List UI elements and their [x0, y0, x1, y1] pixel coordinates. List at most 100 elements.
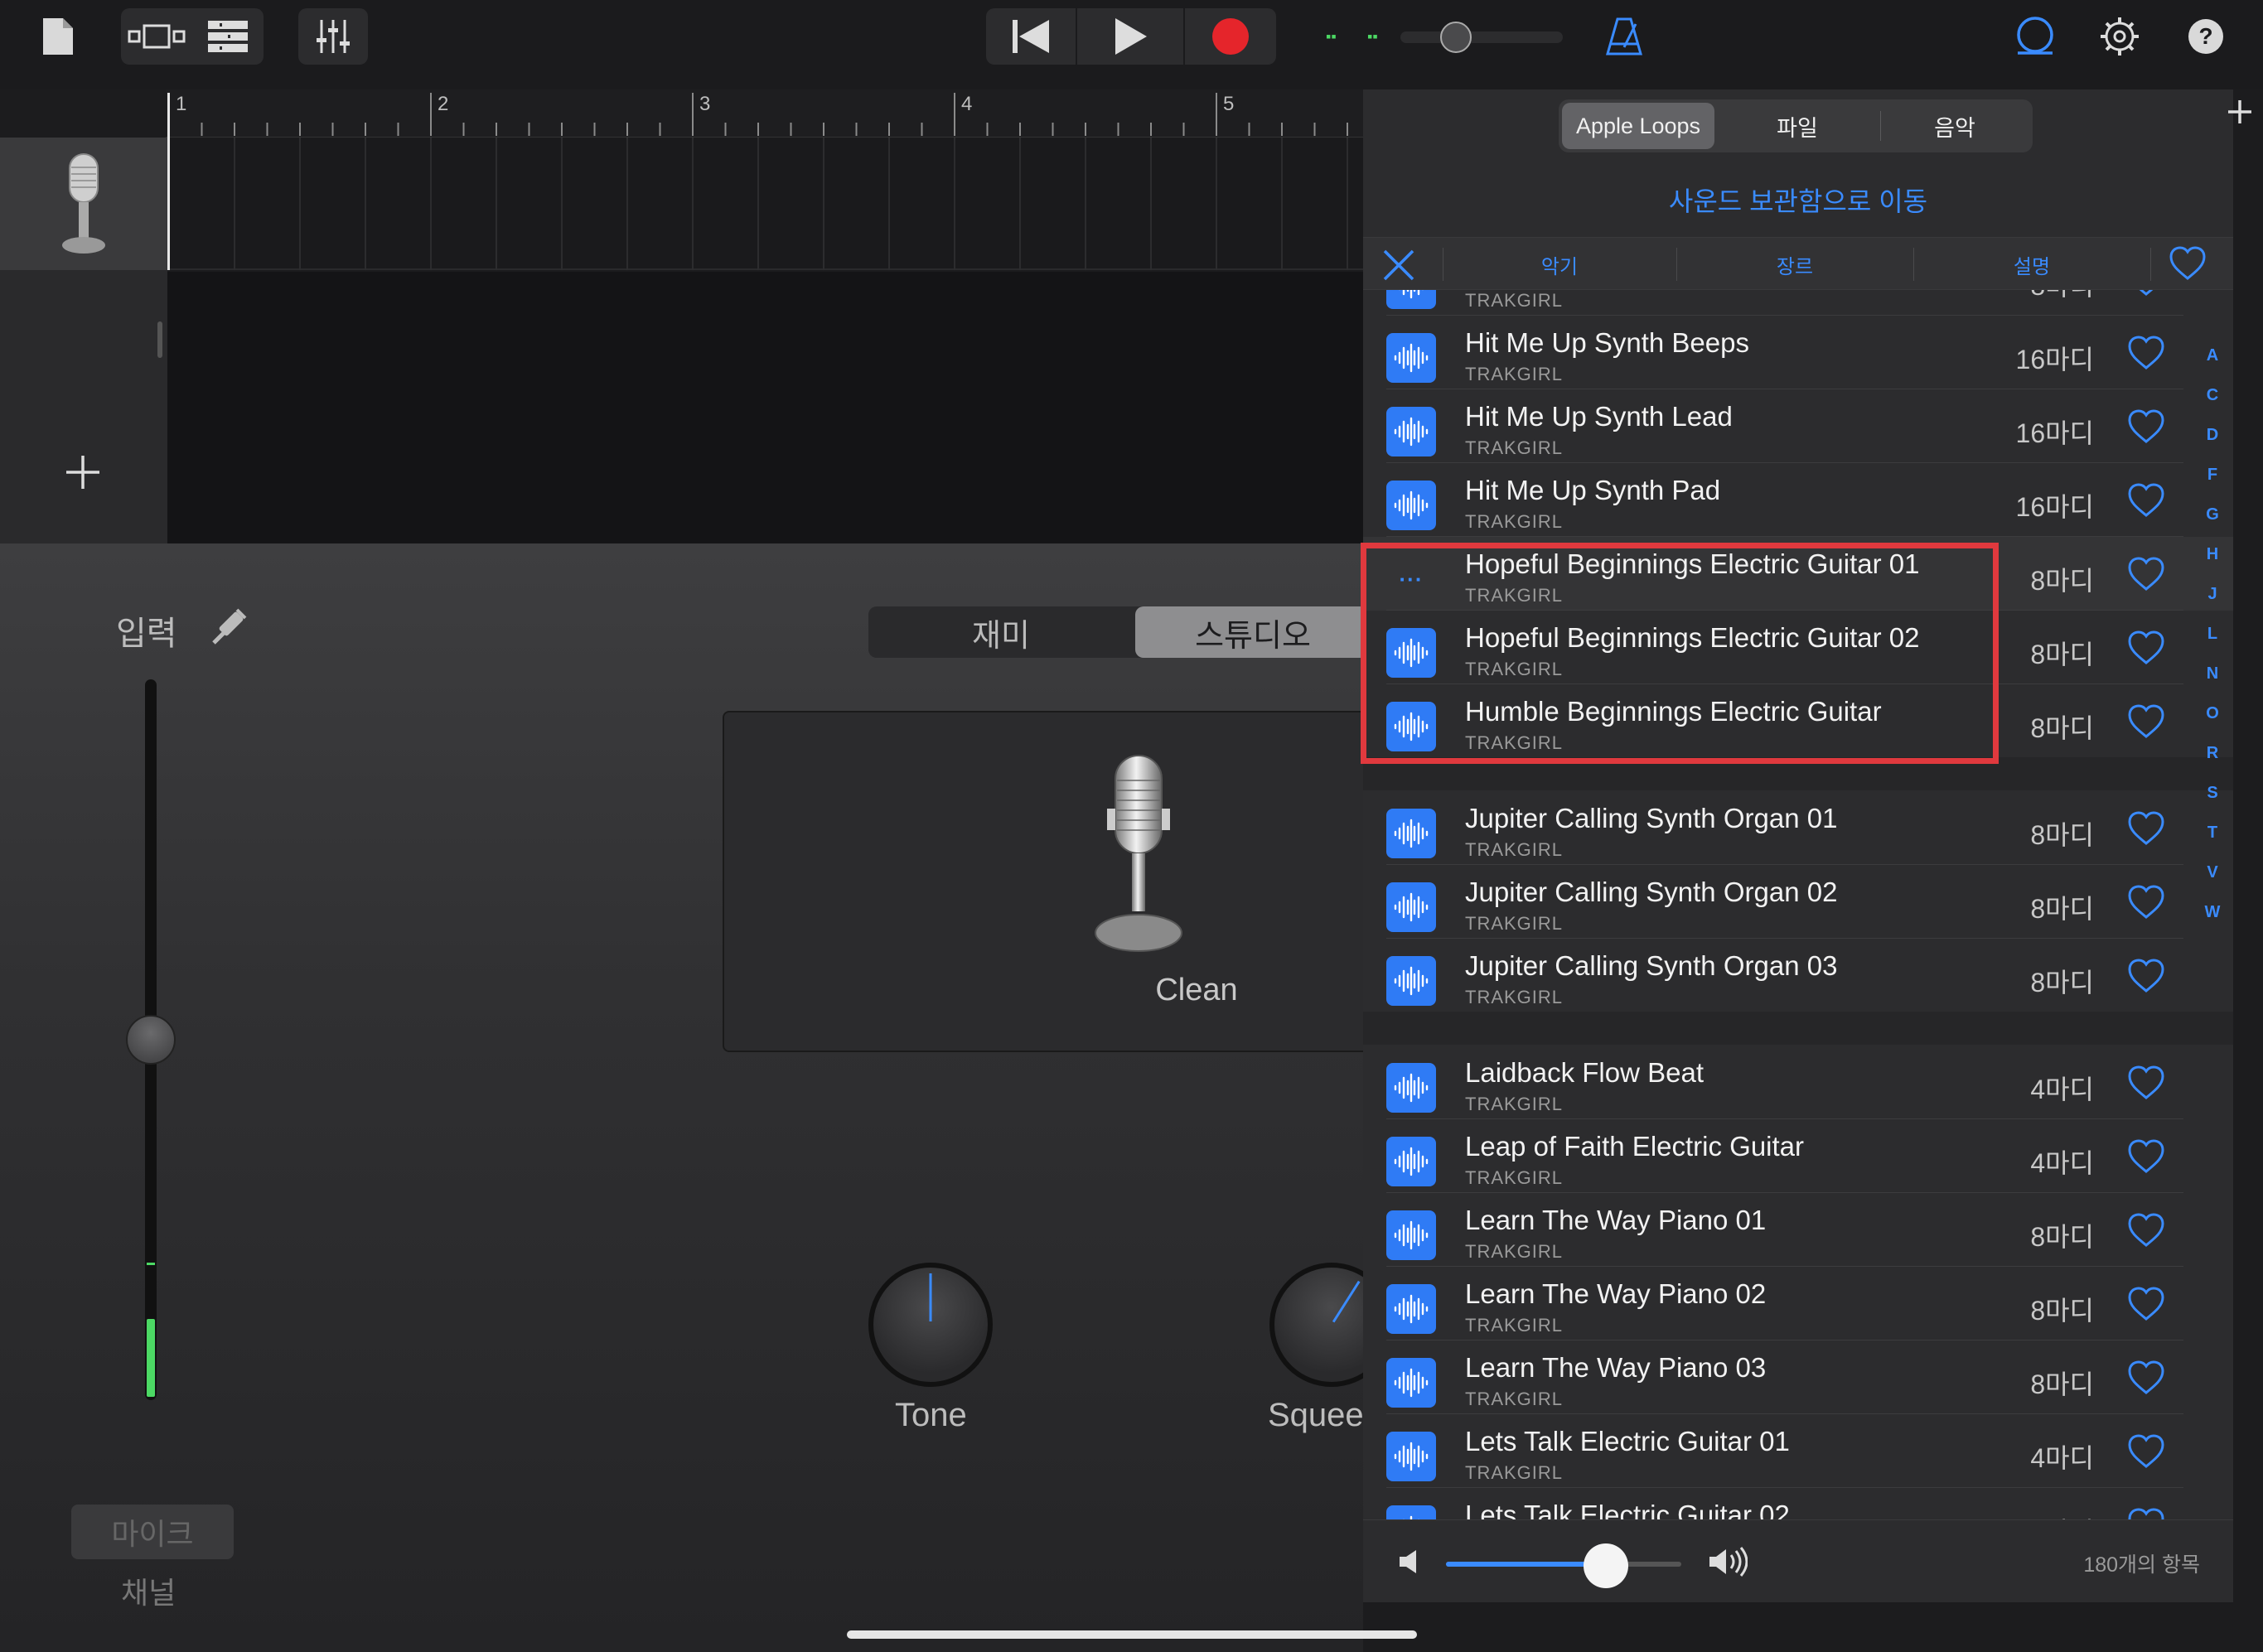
- alphabet-index[interactable]: ACDFGHJLNORSTVW: [2192, 346, 2233, 943]
- heart-icon[interactable]: [2127, 1434, 2165, 1469]
- loop-row[interactable]: Hit Me Up Synth Lead TRAKGIRL 16마디: [1363, 389, 2233, 463]
- heart-icon[interactable]: [2127, 885, 2165, 920]
- index-letter[interactable]: A: [2192, 346, 2233, 386]
- heart-icon[interactable]: [2127, 811, 2165, 846]
- index-letter[interactable]: G: [2192, 505, 2233, 545]
- waveform-icon[interactable]: [1386, 809, 1436, 858]
- heart-icon[interactable]: [2127, 1139, 2165, 1174]
- record-button[interactable]: [1185, 8, 1276, 65]
- slider-thumb[interactable]: [126, 1015, 176, 1065]
- input-level-slider[interactable]: [124, 679, 177, 1400]
- index-letter[interactable]: D: [2192, 426, 2233, 466]
- heart-icon[interactable]: [2127, 1213, 2165, 1248]
- waveform-icon[interactable]: [1386, 407, 1436, 456]
- index-letter[interactable]: R: [2192, 744, 2233, 784]
- empty-track-area[interactable]: [167, 272, 1363, 543]
- tab-music[interactable]: 음악: [1879, 103, 2031, 149]
- index-letter[interactable]: T: [2192, 824, 2233, 863]
- filter-genre[interactable]: 장르: [1676, 238, 1913, 291]
- mode-tab-fun[interactable]: 재미: [868, 606, 1134, 658]
- waveform-icon[interactable]: [1386, 1137, 1436, 1186]
- loop-row[interactable]: Hit Me Up Synth Pad TRAKGIRL 16마디: [1363, 463, 2233, 537]
- preset-selector[interactable]: Clean: [723, 711, 1385, 1052]
- index-letter[interactable]: N: [2192, 664, 2233, 704]
- index-letter[interactable]: C: [2192, 386, 2233, 426]
- loop-row[interactable]: Hit Me Up Snare 02TRAKGIRL8마디: [1363, 290, 2233, 316]
- my-songs-button[interactable]: [33, 8, 83, 65]
- tab-files[interactable]: 파일: [1721, 103, 1874, 149]
- heart-icon[interactable]: [2127, 1065, 2165, 1100]
- timeline-ruler[interactable]: [166, 89, 1363, 138]
- heart-icon[interactable]: [2127, 1360, 2165, 1395]
- add-track-button[interactable]: [63, 452, 103, 492]
- filter-instrument[interactable]: 악기: [1443, 238, 1676, 291]
- loop-browser-button[interactable]: [2009, 8, 2062, 65]
- metronome-button[interactable]: [1599, 8, 1649, 65]
- heart-icon[interactable]: [2127, 1287, 2165, 1321]
- waveform-icon[interactable]: [1386, 1063, 1436, 1113]
- heart-icon[interactable]: [2127, 409, 2165, 444]
- loop-row[interactable]: Hit Me Up Synth Beeps TRAKGIRL 16마디: [1363, 316, 2233, 389]
- home-indicator[interactable]: [847, 1630, 1417, 1639]
- go-to-sound-library-link[interactable]: 사운드 보관함으로 이동: [1363, 181, 2233, 219]
- playhead-knob[interactable]: [1440, 22, 1472, 53]
- favorites-filter-button[interactable]: [2169, 246, 2207, 283]
- heart-icon[interactable]: [2127, 1508, 2165, 1519]
- heart-icon[interactable]: [2127, 557, 2165, 592]
- index-letter[interactable]: F: [2192, 466, 2233, 505]
- loop-row[interactable]: Learn The Way Piano 02 TRAKGIRL 8마디: [1363, 1267, 2233, 1340]
- lcd-display[interactable]: ▪▪ ▪▪: [1326, 22, 1563, 53]
- play-button[interactable]: [1077, 8, 1185, 65]
- waveform-icon[interactable]: [1386, 1505, 1436, 1519]
- loop-row[interactable]: Lets Talk Electric Guitar 02TRAKGIRL4마디: [1363, 1488, 2233, 1519]
- waveform-icon[interactable]: [1386, 882, 1436, 932]
- waveform-icon[interactable]: [1386, 1358, 1436, 1408]
- loop-row[interactable]: Learn The Way Piano 01 TRAKGIRL 8마디: [1363, 1193, 2233, 1267]
- waveform-icon[interactable]: [1386, 1210, 1436, 1260]
- heart-icon[interactable]: [2127, 483, 2165, 518]
- loop-row[interactable]: Lets Talk Electric Guitar 01 TRAKGIRL 4마디: [1363, 1414, 2233, 1488]
- heart-icon[interactable]: [2127, 336, 2165, 370]
- loop-row[interactable]: Jupiter Calling Synth Organ 02 TRAKGIRL 8마…: [1363, 865, 2233, 939]
- playhead[interactable]: [167, 93, 170, 270]
- add-button[interactable]: [2226, 98, 2254, 126]
- index-letter[interactable]: L: [2192, 625, 2233, 664]
- index-letter[interactable]: W: [2192, 903, 2233, 943]
- heart-icon[interactable]: [2127, 959, 2165, 993]
- loop-row[interactable]: Learn The Way Piano 03 TRAKGIRL 8마디: [1363, 1340, 2233, 1414]
- heart-icon[interactable]: [2127, 630, 2165, 665]
- input-settings-button[interactable]: [209, 605, 250, 648]
- browser-view-button[interactable]: [121, 8, 192, 65]
- index-letter[interactable]: J: [2192, 585, 2233, 625]
- tracks-view-button[interactable]: [192, 8, 264, 65]
- mode-tab-studio[interactable]: 스튜디오: [1135, 606, 1371, 658]
- waveform-icon[interactable]: [1386, 1284, 1436, 1334]
- loop-row[interactable]: Jupiter Calling Synth Organ 01 TRAKGIRL 8마…: [1363, 791, 2233, 865]
- index-letter[interactable]: H: [2192, 545, 2233, 585]
- loop-row[interactable]: Leap of Faith Electric Guitar TRAKGIRL 4마디: [1363, 1119, 2233, 1193]
- volume-thumb[interactable]: [1584, 1543, 1629, 1588]
- mixer-button[interactable]: [298, 8, 368, 65]
- track-lane[interactable]: [167, 138, 1363, 270]
- go-to-beginning-button[interactable]: [986, 8, 1077, 65]
- tab-apple-loops[interactable]: Apple Loops: [1562, 103, 1714, 149]
- clear-filter-button[interactable]: [1381, 248, 1416, 283]
- track-resize-handle[interactable]: [157, 321, 162, 358]
- waveform-icon[interactable]: [1386, 956, 1436, 1006]
- settings-button[interactable]: [2093, 8, 2146, 65]
- track-header-audio-recorder[interactable]: [0, 138, 167, 270]
- heart-icon[interactable]: [2127, 704, 2165, 739]
- heart-icon[interactable]: [2127, 290, 2165, 297]
- loop-row[interactable]: Laidback Flow Beat TRAKGIRL 4마디: [1363, 1046, 2233, 1119]
- waveform-icon[interactable]: [1386, 333, 1436, 383]
- index-letter[interactable]: V: [2192, 863, 2233, 903]
- loop-row[interactable]: Jupiter Calling Synth Organ 03 TRAKGIRL 8마…: [1363, 939, 2233, 1012]
- waveform-icon[interactable]: [1386, 1432, 1436, 1481]
- mic-channel-button[interactable]: 마이크: [71, 1505, 234, 1559]
- waveform-icon[interactable]: [1386, 290, 1436, 309]
- tone-knob[interactable]: [868, 1263, 993, 1387]
- help-button[interactable]: ?: [2179, 8, 2232, 65]
- filter-description[interactable]: 설명: [1913, 238, 2150, 291]
- waveform-icon[interactable]: [1386, 481, 1436, 530]
- index-letter[interactable]: S: [2192, 784, 2233, 824]
